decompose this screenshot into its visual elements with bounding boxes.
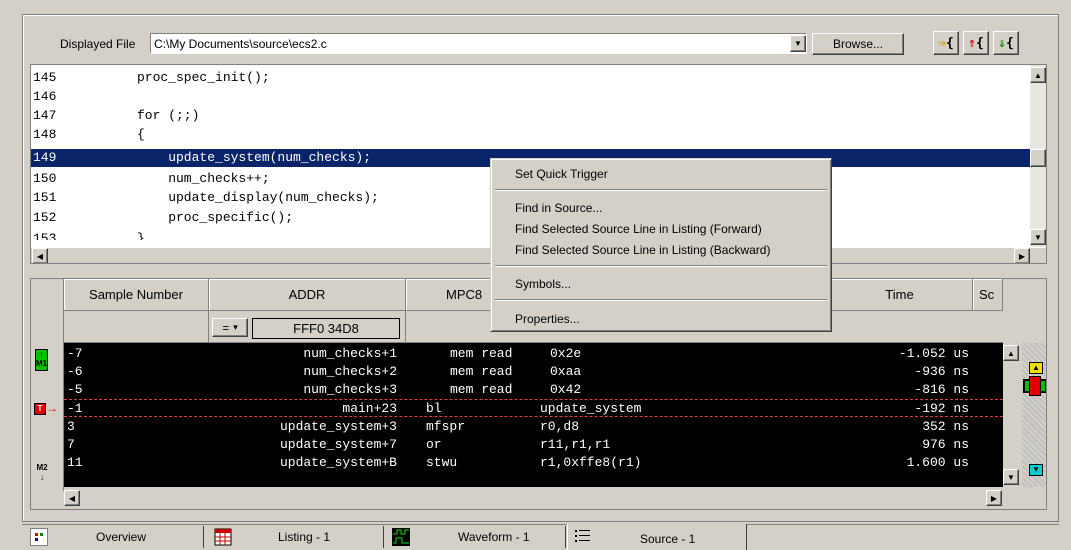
menu-item-find-in-source[interactable]: Find in Source... xyxy=(515,199,602,217)
source-line[interactable]: 147 for (;;) xyxy=(31,107,1033,125)
goto-current-button[interactable]: ⇒{ xyxy=(933,31,959,55)
table-row[interactable]: 3 update_system+3 mfspr r0,d8 352 ns xyxy=(64,418,1003,436)
column-header-addr[interactable]: ADDR xyxy=(209,279,406,311)
listing-scroll-down-button[interactable]: ▼ xyxy=(1003,469,1019,485)
scroll-left-button[interactable]: ◀ xyxy=(32,248,48,263)
table-row-trigger[interactable]: -1 main+23 bl update_system -192 ns xyxy=(64,399,1003,417)
trigger-arrow-icon: → xyxy=(46,401,58,415)
table-row[interactable]: -7 num_checks+1 mem read 0x2e -1.052 us xyxy=(64,345,1003,363)
displayed-file-label: Displayed File xyxy=(60,37,136,51)
scroll-left-icon: ◀ xyxy=(68,493,76,503)
scroll-down-button[interactable]: ▼ xyxy=(1030,229,1046,245)
scroll-up-button[interactable]: ▲ xyxy=(1030,67,1046,83)
table-row[interactable]: -5 num_checks+3 mem read 0x42 -816 ns xyxy=(64,381,1003,399)
context-menu: Set Quick Trigger Find in Source... Find… xyxy=(490,158,832,332)
scroll-right-icon: ▶ xyxy=(990,493,998,503)
listing-data-area[interactable]: -7 num_checks+1 mem read 0x2e -1.052 us … xyxy=(64,343,1003,487)
tab-source-1[interactable]: Source - 1 xyxy=(567,524,747,550)
listing-scroll-right-button[interactable]: ▶ xyxy=(986,490,1002,506)
column-header-sample-number[interactable]: Sample Number xyxy=(64,279,209,311)
tab-listing-1[interactable]: Listing - 1 xyxy=(208,526,384,548)
menu-separator xyxy=(495,299,827,301)
table-row[interactable]: 11 update_system+B stwu r1,0xffe8(r1) 1.… xyxy=(64,454,1003,472)
filter-operator: = xyxy=(222,320,230,335)
menu-item-find-forward[interactable]: Find Selected Source Line in Listing (Fo… xyxy=(515,220,762,238)
browse-button[interactable]: Browse... xyxy=(812,33,904,55)
chevron-down-icon: ▾ xyxy=(233,322,238,332)
menu-separator xyxy=(495,189,827,191)
file-dropdown-button[interactable]: ▼ xyxy=(790,35,806,52)
goto-previous-button[interactable]: ⇑{ xyxy=(963,31,989,55)
scroll-right-button[interactable]: ▶ xyxy=(1014,248,1030,263)
scroll-up-icon: ▲ xyxy=(1007,348,1015,358)
tab-overview[interactable]: Overview xyxy=(24,526,204,548)
listing-scroll-up-button[interactable]: ▲ xyxy=(1003,345,1019,361)
scroll-right-icon: ▶ xyxy=(1018,251,1026,261)
waveform-icon xyxy=(392,528,410,546)
goto-current-icon: ⇒{ xyxy=(938,35,954,51)
listing-icon xyxy=(214,528,232,546)
marker-m2-icon[interactable]: M2 ↓ xyxy=(35,463,49,487)
menu-separator xyxy=(495,265,827,267)
menu-item-set-quick-trigger[interactable]: Set Quick Trigger xyxy=(515,165,608,183)
window-tab-bar: Overview Listing - 1 Waveform - 1 Source… xyxy=(22,524,1059,550)
scroll-down-icon: ▼ xyxy=(1034,232,1042,242)
displayed-file-input[interactable]: C:\My Documents\source\ecs2.c xyxy=(150,33,807,54)
scroll-up-icon: ▲ xyxy=(1034,70,1042,80)
table-row[interactable]: 7 update_system+7 or r11,r1,r1 976 ns xyxy=(64,436,1003,454)
marker-gutter xyxy=(31,279,64,491)
displayed-file-path: C:\My Documents\source\ecs2.c xyxy=(154,36,327,51)
chevron-down-icon: ▼ xyxy=(794,39,802,48)
overview-top-marker-icon[interactable]: ▲ xyxy=(1029,362,1043,374)
listing-scroll-left-button[interactable]: ◀ xyxy=(64,490,80,506)
overview-bottom-marker-icon[interactable]: ▼ xyxy=(1029,464,1043,476)
goto-next-button[interactable]: ⇓{ xyxy=(993,31,1019,55)
filter-operator-select[interactable]: = ▾ xyxy=(212,318,248,337)
source-scroll-thumb[interactable] xyxy=(1030,149,1046,167)
overview-trigger-marker-icon[interactable] xyxy=(1029,376,1041,396)
source-line[interactable]: 146 xyxy=(31,88,1033,106)
filter-value-input[interactable]: FFF0 34D8 xyxy=(252,318,400,339)
scroll-left-icon: ◀ xyxy=(36,251,44,261)
trigger-marker-icon[interactable]: T xyxy=(34,403,46,415)
source-line[interactable]: 148{ xyxy=(31,126,1033,144)
menu-item-symbols[interactable]: Symbols... xyxy=(515,275,571,293)
listing-horizontal-scrollbar[interactable] xyxy=(64,489,1003,507)
column-header-sc[interactable]: Sc xyxy=(973,279,1003,311)
goto-previous-icon: ⇑{ xyxy=(968,35,984,51)
menu-item-properties[interactable]: Properties... xyxy=(515,310,580,328)
scroll-down-icon: ▼ xyxy=(1007,472,1015,482)
source-icon xyxy=(574,528,592,546)
tab-waveform-1[interactable]: Waveform - 1 xyxy=(386,526,566,548)
menu-item-find-backward[interactable]: Find Selected Source Line in Listing (Ba… xyxy=(515,241,770,259)
table-row[interactable]: -6 num_checks+2 mem read 0xaa -936 ns xyxy=(64,363,1003,381)
column-header-time[interactable]: Time xyxy=(827,279,973,311)
overview-icon xyxy=(30,528,48,546)
marker-m1-icon[interactable]: ↑ M1 xyxy=(35,349,48,371)
goto-next-icon: ⇓{ xyxy=(998,35,1014,51)
source-line[interactable]: 145 proc_spec_init(); xyxy=(31,69,1033,87)
